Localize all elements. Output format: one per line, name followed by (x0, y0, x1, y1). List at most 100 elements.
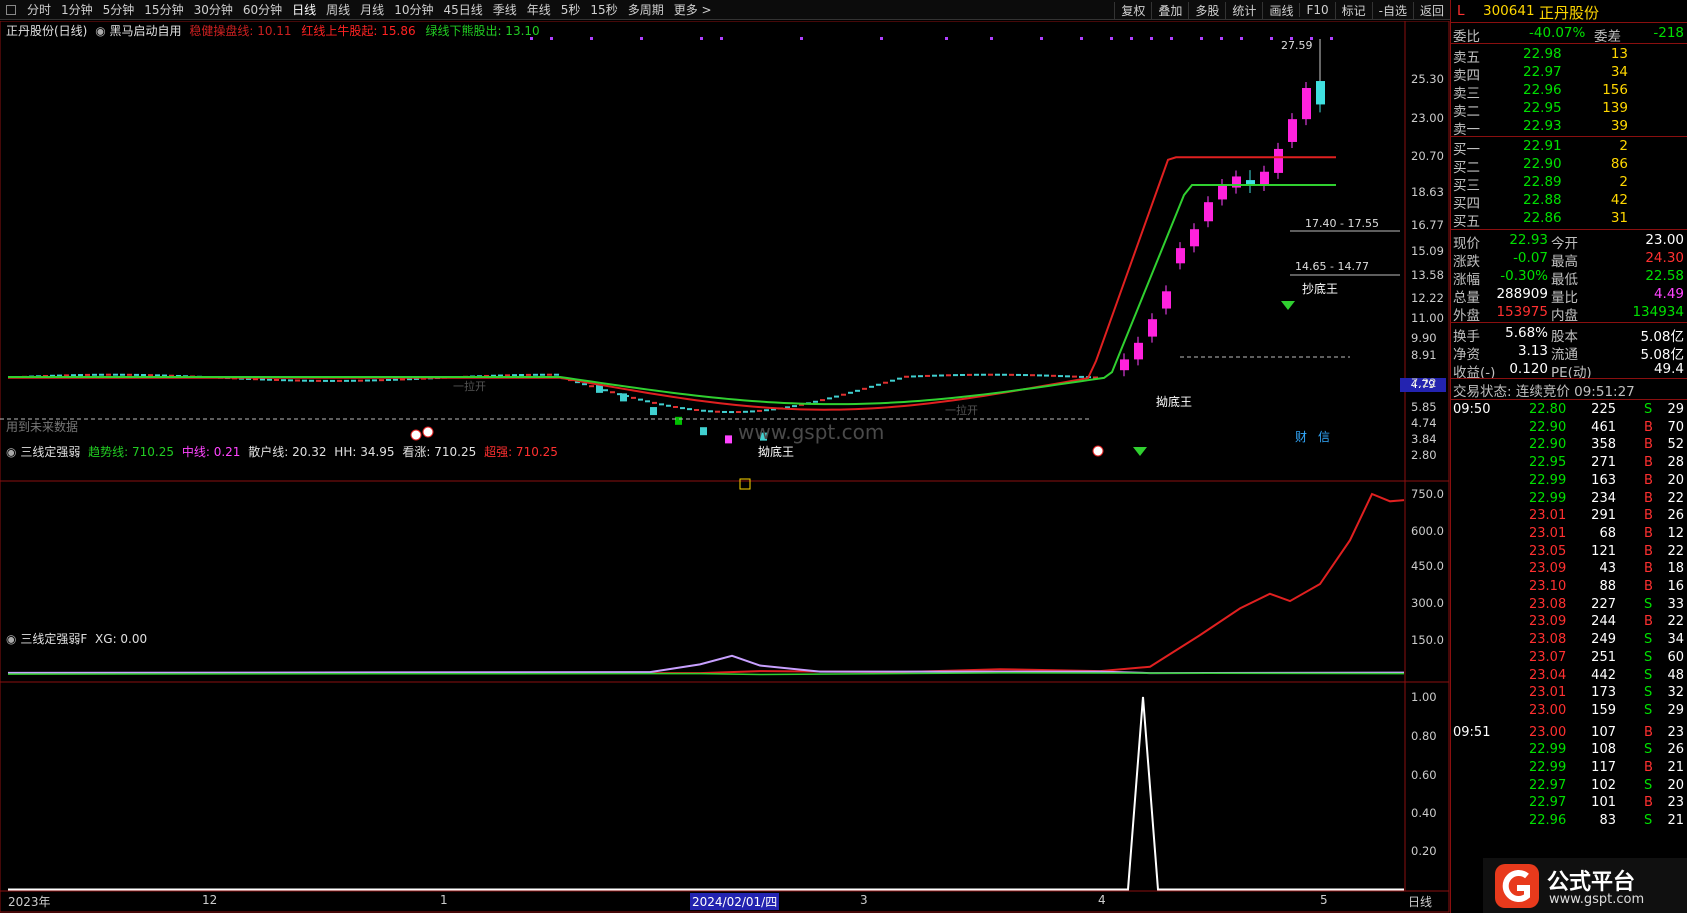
tick-count: 29 (1667, 402, 1684, 417)
tool-button[interactable]: 统计 (1225, 1, 1262, 19)
candle (120, 373, 125, 376)
tick-row: 22.99 234 B 22 (1451, 491, 1687, 509)
band-label-1: 17.40 - 17.55 (1305, 217, 1379, 230)
period-tab[interactable]: 季线 (488, 1, 522, 18)
kline-chart-svg (0, 20, 1450, 913)
tick-side: B (1644, 579, 1653, 594)
stat-value: 0.120 (1509, 361, 1548, 377)
quote-flag: L (1457, 3, 1465, 19)
candle (834, 395, 839, 398)
stat-value: 24.30 (1645, 250, 1684, 266)
candle (379, 379, 384, 382)
candle (946, 374, 951, 377)
panel3-toggle-icon[interactable]: ◉ (6, 632, 16, 646)
period-tab[interactable]: 15分钟 (139, 1, 188, 18)
tick-volume: 225 (1591, 402, 1616, 417)
tick-volume: 461 (1591, 419, 1616, 435)
period-tab[interactable]: 分时 (22, 1, 56, 18)
stat-value: -0.07 (1513, 250, 1548, 266)
candle (1051, 374, 1056, 377)
tick-volume: 251 (1591, 649, 1616, 665)
indicator-toggle-icon[interactable]: ◉ (95, 24, 105, 38)
candle (715, 410, 720, 413)
tick-side: B (1644, 760, 1653, 775)
candle (295, 379, 300, 382)
candle (1302, 88, 1311, 120)
tick-row: 23.09 244 B 22 (1451, 614, 1687, 632)
logo-url: www.gspt.com (1549, 892, 1645, 907)
tick-side: S (1644, 632, 1653, 648)
red-line (8, 156, 1336, 411)
candle (309, 379, 314, 382)
tick-volume: 101 (1591, 795, 1616, 811)
ask-price: 22.96 (1523, 82, 1562, 98)
candle (995, 373, 1000, 376)
period-tab[interactable]: 10分钟 (389, 1, 438, 18)
period-tab[interactable]: 年线 (522, 1, 556, 18)
plus-marker (1092, 445, 1104, 457)
candle (694, 409, 699, 412)
tick-row: 22.90 358 B 52 (1451, 437, 1687, 455)
tick-row: 22.95 271 B 28 (1451, 455, 1687, 473)
tick-time: 09:51 (1453, 724, 1491, 740)
tick-row: 23.10 88 B 16 (1451, 579, 1687, 597)
candle (365, 379, 370, 382)
candle (650, 407, 657, 416)
menu-square-icon[interactable] (6, 4, 16, 15)
period-tab[interactable]: 月线 (355, 1, 389, 18)
period-tab[interactable]: 日线 (287, 1, 321, 18)
period-tab[interactable]: 更多 > (669, 1, 717, 18)
period-tab[interactable]: 多周期 (623, 1, 669, 18)
tool-button[interactable]: 标记 (1334, 1, 1372, 19)
period-tab[interactable]: 5分钟 (98, 1, 140, 18)
tool-button[interactable]: F10 (1299, 3, 1334, 17)
stat-label: 外盘 (1453, 308, 1480, 324)
tool-button[interactable]: 复权 (1114, 1, 1151, 19)
candle (1037, 374, 1042, 377)
candle (1316, 81, 1325, 105)
green-triangle-marker (1133, 447, 1147, 456)
candle (673, 406, 678, 409)
bid-row: 买一 22.91 2 (1451, 137, 1687, 158)
panel2-trend: 趋势线: 710.25 (88, 445, 175, 459)
period-tab[interactable]: 5秒 (556, 1, 586, 18)
period-tab[interactable]: 周线 (321, 1, 355, 18)
tick-side: S (1644, 813, 1653, 829)
tool-button[interactable]: -自选 (1371, 1, 1413, 19)
tick-side: B (1644, 724, 1653, 740)
ask-volume: 156 (1602, 82, 1628, 98)
bid-row: 买四 22.88 42 (1451, 191, 1687, 212)
period-tab[interactable]: 45日线 (438, 1, 487, 18)
panel2-toggle-icon[interactable]: ◉ (6, 445, 16, 459)
candle (281, 379, 286, 382)
candle (974, 373, 979, 376)
tick-price: 22.95 (1529, 455, 1567, 471)
tool-button[interactable]: 多股 (1188, 1, 1225, 19)
period-tab[interactable]: 30分钟 (189, 1, 238, 18)
tick-count: 21 (1667, 813, 1684, 829)
tick-price: 23.00 (1529, 702, 1567, 718)
candle (848, 391, 853, 394)
tick-volume: 159 (1591, 702, 1616, 718)
period-tab[interactable]: 15秒 (585, 1, 622, 18)
tick-side: B (1644, 419, 1653, 435)
stat-row: 涨跌 -0.07 最高 24.30 (1451, 249, 1687, 270)
tool-button[interactable]: 返回 (1412, 1, 1450, 19)
signal-dot (1270, 37, 1273, 40)
finance-badge[interactable]: 财 (1295, 428, 1307, 445)
info-badge[interactable]: 信 (1318, 428, 1330, 445)
ask-price: 22.93 (1523, 118, 1562, 134)
candle (267, 378, 272, 381)
candle (1274, 148, 1283, 173)
kline-chart-area[interactable]: 正丹股份(日线) ◉ 黑马启动自用 稳健操盘线: 10.11 红线上牛股起: 1… (0, 20, 1450, 913)
time-label: 5 (1320, 893, 1328, 907)
period-tab[interactable]: 1分钟 (56, 1, 98, 18)
tick-row: 22.97 102 S 20 (1451, 778, 1687, 796)
signal-dot (1200, 37, 1203, 40)
period-tab[interactable]: 60分钟 (238, 1, 287, 18)
candle (603, 389, 608, 392)
stat-value: 22.58 (1645, 268, 1684, 284)
tool-button[interactable]: 叠加 (1151, 1, 1188, 19)
tool-button[interactable]: 画线 (1262, 1, 1299, 19)
bid-price: 22.90 (1523, 156, 1562, 172)
